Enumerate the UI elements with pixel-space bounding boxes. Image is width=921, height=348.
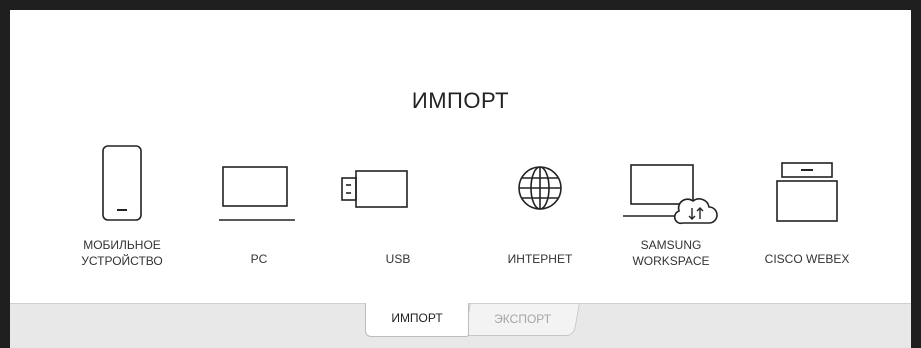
source-internet-label: ИНТЕРНЕТ (480, 251, 600, 267)
tab-import[interactable]: ИМПОРТ (365, 303, 469, 337)
globe-icon (518, 166, 562, 210)
source-label-line2: УСТРОЙСТВО (81, 254, 163, 268)
source-mobile-label: МОБИЛЬНОЕ УСТРОЙСТВО (62, 237, 182, 269)
source-label-line1: USB (385, 252, 411, 266)
source-list: МОБИЛЬНОЕ УСТРОЙСТВО PC USB ИНТЕРНЕТ SAM… (10, 145, 911, 285)
import-panel: ИМПОРТ МОБИЛЬНОЕ УСТРОЙСТВО PC USB ИНТЕР… (10, 10, 911, 348)
source-label-line1: ИНТЕРНЕТ (507, 252, 573, 266)
source-label-line2: WORKSPACE (632, 254, 710, 268)
smartphone-icon (102, 145, 142, 221)
source-cisco-webex-label: CISCO WEBEX (747, 251, 867, 267)
source-label-line1: PC (250, 252, 268, 266)
source-pc-label: PC (199, 251, 319, 267)
tab-export[interactable]: ЭКСПОРТ (464, 304, 580, 336)
source-label-line1: CISCO WEBEX (764, 252, 850, 266)
tab-export-label: ЭКСПОРТ (493, 312, 551, 326)
webex-device-icon (776, 162, 838, 222)
source-label-line1: МОБИЛЬНОЕ (83, 238, 161, 252)
source-samsung-workspace-label: SAMSUNG WORKSPACE (611, 237, 731, 269)
source-label-line1: SAMSUNG (640, 238, 702, 252)
laptop-cloud-icon (623, 164, 718, 225)
tab-import-label: ИМПОРТ (391, 311, 443, 325)
source-usb-label: USB (338, 251, 458, 267)
laptop-icon (219, 166, 295, 221)
page-title: ИМПОРТ (411, 88, 510, 113)
usb-drive-icon (341, 170, 408, 208)
bottom-tab-bar: ЭКСПОРТ ИМПОРТ (10, 303, 911, 348)
